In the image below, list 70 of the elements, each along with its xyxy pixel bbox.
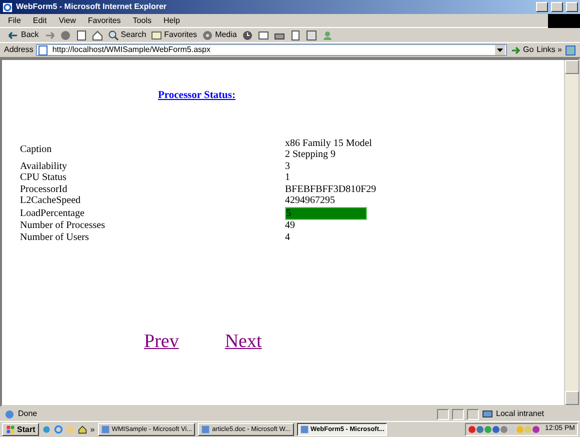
- field-label: L2CacheSpeed: [20, 195, 81, 206]
- stop-button[interactable]: [60, 30, 71, 40]
- app-icon: [201, 425, 210, 434]
- nav-link[interactable]: Prev: [144, 328, 179, 357]
- favorites-icon: [151, 30, 162, 40]
- history-button[interactable]: [242, 30, 253, 40]
- field-label: CPU Status: [20, 172, 66, 184]
- menu-item[interactable]: Edit: [32, 14, 47, 26]
- field-value: 4: [285, 232, 290, 243]
- menu-item[interactable]: File: [8, 14, 21, 26]
- media-button[interactable]: Media: [202, 29, 237, 41]
- tray-icons[interactable]: [468, 424, 540, 435]
- browser-icon: [2, 2, 13, 12]
- menu-item[interactable]: Help: [163, 14, 180, 26]
- discuss-button[interactable]: [306, 30, 317, 40]
- field-value: 5: [285, 206, 367, 220]
- field-label: Number of Processes: [20, 220, 105, 232]
- status-panel: [467, 408, 479, 420]
- field-label: ProcessorId: [20, 184, 68, 195]
- field-label: Availability: [20, 160, 68, 172]
- field-value: 3: [285, 160, 290, 172]
- field-value: 1: [285, 172, 290, 184]
- address-label: Address: [4, 44, 34, 56]
- app-icon: [300, 425, 308, 434]
- status-text: Done: [18, 408, 38, 420]
- network-icon: [482, 408, 493, 420]
- home-button[interactable]: [92, 30, 103, 40]
- refresh-button[interactable]: [76, 30, 87, 40]
- field-value: 4294967295: [285, 195, 335, 206]
- scrollbar[interactable]: [564, 60, 578, 405]
- nav-link[interactable]: Next: [224, 328, 262, 357]
- status-panel: [452, 408, 464, 420]
- messenger-icon: [322, 30, 333, 40]
- go-arrow-icon: [510, 44, 521, 56]
- field-label: Number of Users: [20, 232, 89, 243]
- media-icon: [202, 30, 214, 40]
- windows-flag-icon: [6, 425, 15, 434]
- search-button[interactable]: Search: [108, 29, 146, 41]
- forward-icon: [44, 30, 55, 40]
- edit-button[interactable]: [290, 30, 301, 40]
- field-value: BFEBFBFF3D810F29: [285, 184, 376, 195]
- field-label: Caption: [20, 144, 52, 154]
- section-heading: Processor Status:: [158, 90, 236, 101]
- close-button[interactable]: [566, 2, 578, 12]
- field-value: x86 Family 15 Model 2 Stepping 9: [285, 138, 372, 160]
- menu-item[interactable]: View: [58, 14, 76, 26]
- status-panel: [437, 408, 449, 420]
- address-field[interactable]: http://localhost/WMISample/WebForm5.aspx: [36, 44, 507, 56]
- security-zone: Local intranet: [496, 408, 546, 420]
- mail-button[interactable]: [258, 30, 269, 40]
- stop-icon: [60, 30, 71, 40]
- mail-icon: [258, 30, 269, 40]
- maximize-button[interactable]: [551, 2, 563, 12]
- menu-item[interactable]: Tools: [132, 14, 152, 26]
- discuss-icon: [306, 30, 317, 40]
- back-icon: [8, 30, 19, 40]
- search-icon: [108, 30, 119, 40]
- minimize-button[interactable]: [536, 2, 548, 12]
- back-button[interactable]: Back: [8, 29, 39, 41]
- field-label: LoadPercentage: [20, 208, 84, 219]
- go-button[interactable]: Go: [510, 44, 534, 56]
- menu-item[interactable]: Favorites: [88, 14, 121, 26]
- history-icon: [242, 30, 253, 40]
- field-value: 49: [285, 220, 295, 232]
- more-button[interactable]: »: [90, 424, 95, 436]
- window-title: WebForm5 - Microsoft Internet Explorer: [16, 1, 167, 13]
- links-button[interactable]: Links »: [536, 44, 562, 56]
- app-icon: [100, 425, 110, 434]
- start-button[interactable]: Start: [2, 423, 40, 436]
- favorites-button[interactable]: Favorites: [151, 29, 198, 41]
